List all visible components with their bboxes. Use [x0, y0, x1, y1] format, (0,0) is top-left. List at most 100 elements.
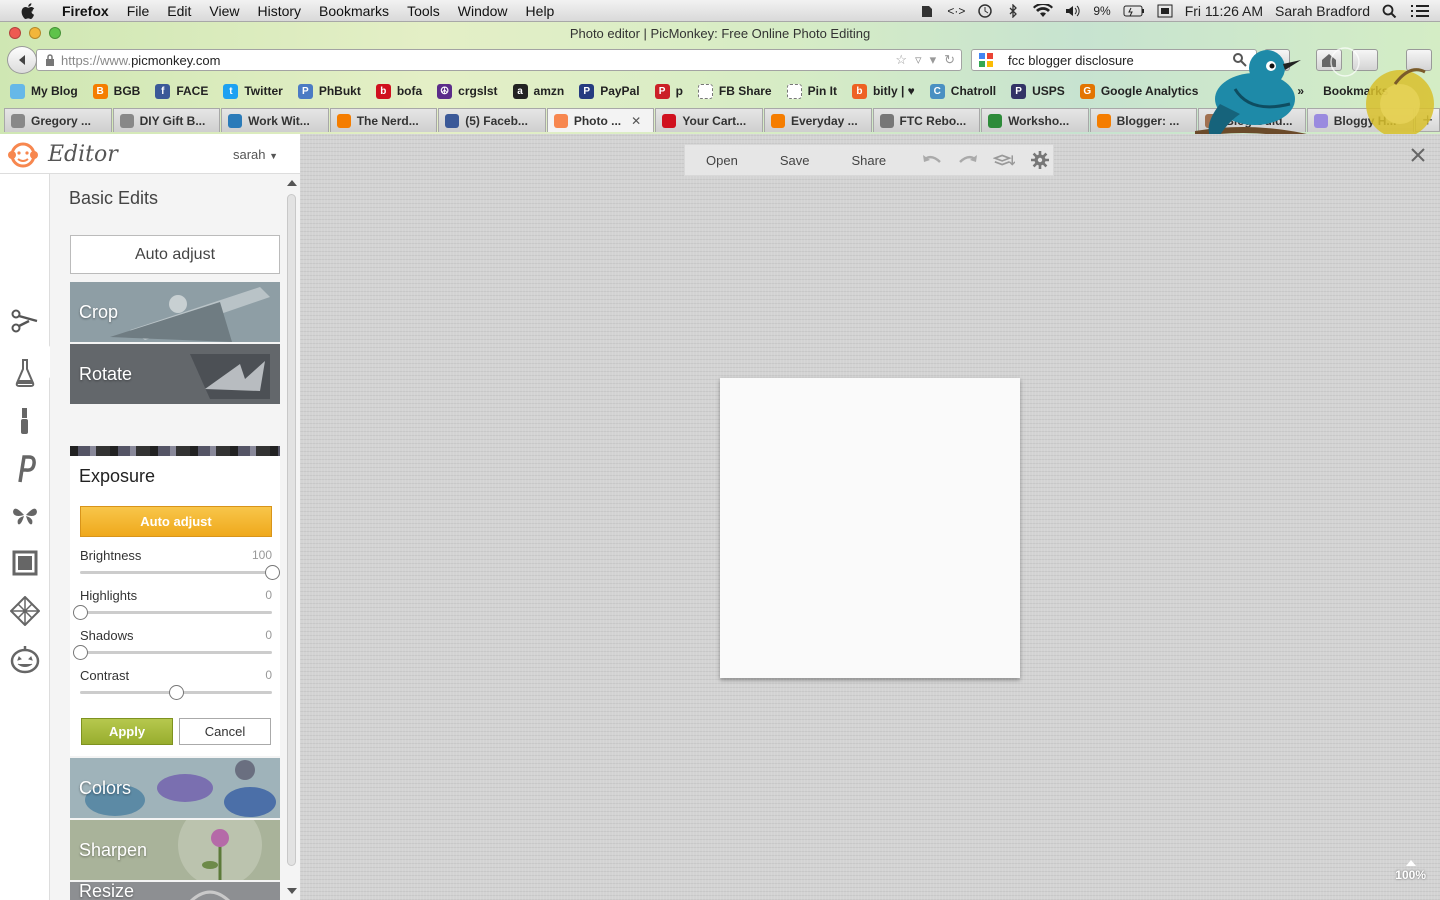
tab[interactable]: Your Cart...: [655, 108, 763, 132]
pocket-icon[interactable]: ▿: [915, 52, 922, 68]
overlays-butterfly-icon[interactable]: [10, 500, 40, 530]
bookmark-item[interactable]: f FACE: [155, 83, 208, 99]
bookmark-item[interactable]: B BGB: [92, 83, 140, 99]
bookmark-item[interactable]: Pin It: [786, 83, 837, 99]
clock[interactable]: Fri 11:26 AM: [1185, 3, 1263, 19]
search-icon[interactable]: [1232, 52, 1248, 68]
menu-help[interactable]: Help: [517, 3, 564, 19]
photo-canvas[interactable]: [720, 378, 1020, 678]
textures-icon[interactable]: [10, 596, 40, 626]
tab[interactable]: Everyday ...: [763, 108, 872, 132]
tab[interactable]: (5) Faceb...: [438, 108, 546, 132]
menu-tools[interactable]: Tools: [398, 3, 449, 19]
zoom-up-arrow-icon[interactable]: [1405, 860, 1416, 866]
tab[interactable]: DIY Gift B...: [112, 108, 221, 132]
exposure-auto-adjust-button[interactable]: Auto adjust: [80, 506, 272, 537]
text-p-icon[interactable]: [10, 454, 40, 484]
bookmark-item[interactable]: G Google Analytics: [1079, 83, 1198, 99]
bookmark-item[interactable]: b bofa: [375, 83, 422, 99]
basic-edits-icon[interactable]: [10, 306, 40, 336]
bookmark-item[interactable]: FB Share: [697, 83, 772, 99]
scroll-down-arrow-icon[interactable]: [287, 888, 297, 894]
pumpkin-theme-icon[interactable]: [10, 644, 40, 674]
new-tab-button[interactable]: +: [1415, 108, 1440, 132]
tab[interactable]: Blog Guid...: [1198, 108, 1306, 132]
user-name[interactable]: Sarah Bradford: [1275, 3, 1370, 19]
reload-icon[interactable]: ↻: [944, 52, 955, 68]
bookmark-item[interactable]: P PayPal: [579, 83, 640, 99]
crop-tile[interactable]: Crop: [70, 282, 280, 342]
menu-view[interactable]: View: [200, 3, 248, 19]
url-bar[interactable]: https://www. picmonkey.com ☆ ▿ ▾ ↻: [36, 49, 962, 71]
close-editor-icon[interactable]: [1410, 147, 1426, 163]
home-button[interactable]: [1316, 49, 1342, 71]
panel-scrollbar[interactable]: [284, 174, 300, 900]
effects-flask-icon[interactable]: [10, 358, 40, 388]
evernote-icon[interactable]: [919, 4, 935, 18]
tab-close-icon[interactable]: ✕: [631, 114, 641, 128]
open-button[interactable]: Open: [685, 153, 759, 168]
menu-window[interactable]: Window: [449, 3, 517, 19]
picmonkey-logo-icon[interactable]: [8, 140, 38, 170]
shadows-thumb[interactable]: [73, 645, 88, 660]
bookmark-item[interactable]: ☮ crgslst: [437, 83, 498, 99]
notification-list-icon[interactable]: [1410, 4, 1430, 18]
flag-menu-icon[interactable]: [1157, 4, 1173, 18]
search-bar[interactable]: fcc blogger disclosure: [971, 49, 1257, 71]
bookmark-item[interactable]: My Blog: [10, 83, 78, 99]
rotate-tile[interactable]: Rotate: [70, 344, 280, 404]
tab[interactable]: Gregory ...: [4, 108, 112, 132]
menu-history[interactable]: History: [248, 3, 310, 19]
menu-bookmarks[interactable]: Bookmarks: [310, 3, 398, 19]
tab-active[interactable]: Photo ... ✕: [546, 108, 655, 132]
bookmark-item[interactable]: C Chatroll: [929, 83, 996, 99]
tab[interactable]: Bloggy H...: [1306, 108, 1415, 132]
back-button[interactable]: [7, 46, 37, 74]
google-search-engine-icon[interactable]: [978, 52, 994, 68]
addon-button[interactable]: [1352, 49, 1378, 71]
highlights-track[interactable]: [80, 611, 272, 614]
tab[interactable]: FTC Rebo...: [872, 108, 981, 132]
save-button[interactable]: Save: [759, 153, 831, 168]
zoom-control[interactable]: 100%: [1395, 860, 1426, 882]
menu-app-name[interactable]: Firefox: [50, 3, 118, 19]
shadows-track[interactable]: [80, 651, 272, 654]
history-dropdown-icon[interactable]: ▾: [930, 52, 937, 68]
scroll-up-arrow-icon[interactable]: [287, 180, 297, 186]
menu-button[interactable]: [1406, 49, 1432, 71]
contrast-thumb[interactable]: [169, 685, 184, 700]
menu-edit[interactable]: Edit: [158, 3, 200, 19]
bookmarks-overflow-chevron[interactable]: »: [1297, 84, 1304, 98]
apple-menu-icon[interactable]: [20, 2, 38, 20]
bookmark-item[interactable]: Pp: [654, 83, 683, 99]
sharpen-tile[interactable]: Sharpen: [70, 820, 280, 880]
bookmark-item[interactable]: a amzn: [512, 83, 564, 99]
resize-tile[interactable]: Resize: [70, 882, 280, 900]
pocket-button[interactable]: [1264, 49, 1290, 71]
bookmark-item[interactable]: t Twitter: [223, 83, 283, 99]
bookmark-item[interactable]: b bitly | ♥: [851, 83, 915, 99]
bookmark-star-icon[interactable]: ☆: [895, 52, 907, 68]
undo-icon[interactable]: [921, 151, 943, 169]
bookmark-item[interactable]: P PhBukt: [297, 83, 361, 99]
settings-gear-icon[interactable]: [1029, 151, 1051, 169]
highlights-thumb[interactable]: [73, 605, 88, 620]
share-button[interactable]: Share: [830, 153, 907, 168]
volume-icon[interactable]: [1065, 4, 1081, 18]
tab[interactable]: Worksho...: [981, 108, 1089, 132]
bluetooth-icon[interactable]: [1005, 4, 1021, 18]
tab[interactable]: The Nerd...: [329, 108, 438, 132]
apply-button[interactable]: Apply: [81, 718, 173, 745]
menu-file[interactable]: File: [118, 3, 159, 19]
time-machine-icon[interactable]: [977, 4, 993, 18]
touch-up-brush-icon[interactable]: [10, 406, 40, 436]
brightness-thumb[interactable]: [265, 565, 280, 580]
redo-icon[interactable]: [957, 151, 979, 169]
layers-icon[interactable]: [993, 151, 1016, 169]
tab[interactable]: Blogger: ...: [1089, 108, 1198, 132]
scroll-thumb[interactable]: [287, 194, 296, 866]
cancel-button[interactable]: Cancel: [179, 718, 271, 745]
tab[interactable]: Work Wit...: [221, 108, 329, 132]
battery-icon[interactable]: [1123, 4, 1145, 18]
auto-adjust-button[interactable]: Auto adjust: [70, 235, 280, 274]
